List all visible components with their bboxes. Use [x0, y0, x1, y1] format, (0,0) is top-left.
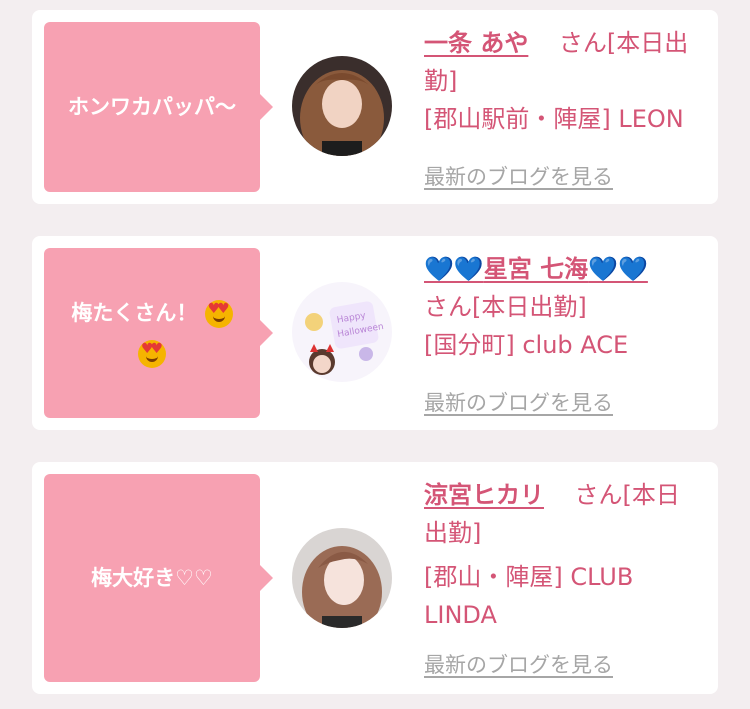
cast-card: ホンワカパッパ〜 一条 あや さん[本日出 勤] [郡山駅前・陣屋] LEON …: [32, 10, 718, 204]
avatar[interactable]: Happy Halloween: [292, 282, 392, 382]
attendance-status: さん[本日出勤]: [424, 293, 587, 321]
shop-location: [郡山・陣屋] CLUB: [424, 563, 634, 591]
message-text: ホンワカパッパ〜: [68, 95, 236, 119]
message-bubble: 梅たくさん！: [44, 248, 273, 418]
shop-location: [郡山駅前・陣屋] LEON: [424, 105, 684, 133]
blue-heart-icon: 💙💙: [588, 255, 648, 283]
cast-name-link[interactable]: 💙💙星宮 七海💙💙: [424, 255, 648, 283]
message-bubble: ホンワカパッパ〜: [44, 22, 273, 192]
message-bubble: 梅大好き♡♡: [44, 474, 273, 682]
attendance-status-continued: 勤]: [424, 67, 458, 95]
avatar[interactable]: [292, 528, 392, 628]
attendance-status-continued: 出勤]: [424, 519, 482, 547]
latest-blog-link[interactable]: 最新のブログを見る: [424, 649, 613, 679]
blue-heart-icon: 💙💙: [424, 255, 484, 283]
avatar[interactable]: [292, 56, 392, 156]
shop-location: [国分町] club ACE: [424, 331, 629, 359]
heart-eyes-emoji-icon: [138, 340, 166, 368]
latest-blog-link[interactable]: 最新のブログを見る: [424, 387, 613, 417]
cast-card: 梅たくさん！ Happy Halloween 💙💙星宮 七海💙💙 さん[本日出勤…: [32, 236, 718, 430]
cast-name-link[interactable]: 一条 あや: [424, 29, 528, 57]
attendance-status: さん[本日: [574, 481, 680, 509]
message-text: 梅たくさん！: [71, 293, 233, 373]
message-text: 梅大好き♡♡: [91, 566, 213, 590]
latest-blog-link[interactable]: 最新のブログを見る: [424, 161, 613, 191]
shop-location-continued: LINDA: [424, 601, 497, 629]
attendance-status: さん[本日出: [558, 29, 689, 57]
cast-card: 梅大好き♡♡ 涼宮ヒカリ さん[本日 出勤] [郡山・陣屋] CLUB LIND…: [32, 462, 718, 694]
heart-eyes-emoji-icon: [204, 300, 233, 328]
cast-name-link[interactable]: 涼宮ヒカリ: [424, 481, 544, 509]
